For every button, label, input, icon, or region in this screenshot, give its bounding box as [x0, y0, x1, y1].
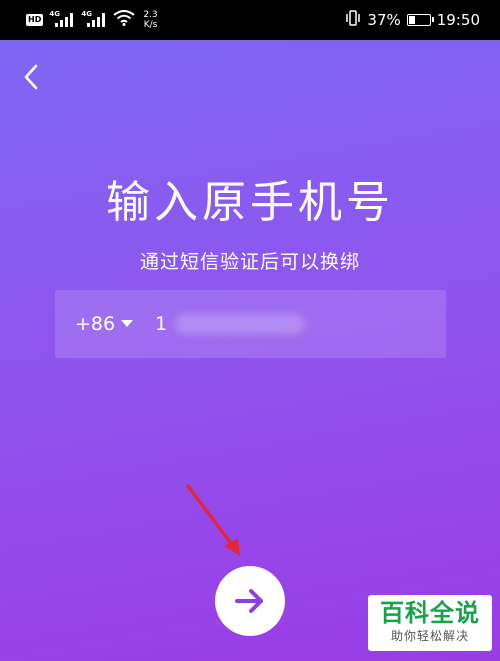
caret-down-icon — [121, 320, 134, 327]
watermark-title: 百科全说 — [380, 599, 480, 627]
battery-tip — [431, 17, 434, 22]
wifi-icon — [113, 10, 135, 30]
battery-percent: 37% — [367, 11, 401, 29]
status-bar: HD 4G 4G 2.3 K/s 37% 19:50 — [0, 0, 500, 40]
phone-input[interactable]: 1 — [155, 290, 306, 358]
status-bar-left: HD 4G 4G 2.3 K/s — [26, 8, 158, 32]
speed-value: 2.3 — [143, 10, 158, 20]
network-speed: 2.3 K/s — [143, 10, 157, 30]
phone-field: +86 1 — [55, 290, 446, 358]
status-bar-right: 37% 19:50 — [345, 8, 480, 32]
phone-input-value: 1 — [155, 313, 168, 335]
app-content: 输入原手机号 通过短信验证后可以换绑 +86 1 百科全说 助你轻松解决 — [0, 40, 500, 661]
signal-icon: 4G — [49, 10, 75, 30]
country-code-label: +86 — [75, 313, 116, 335]
hd-icon: HD — [26, 14, 44, 26]
vibrate-icon — [345, 10, 361, 30]
clock: 19:50 — [436, 11, 480, 29]
speed-unit: K/s — [143, 20, 158, 30]
red-arrow-icon — [186, 484, 240, 556]
watermark-logo: 百科全说 助你轻松解决 — [368, 595, 492, 651]
back-button[interactable] — [18, 62, 48, 92]
page-title: 输入原手机号 — [106, 177, 394, 228]
chevron-left-icon — [24, 64, 38, 90]
phone-screen: HD 4G 4G 2.3 K/s 37% 19:50 输入原手机号 通过短信验证… — [0, 0, 500, 661]
battery-icon — [406, 14, 434, 26]
arrow-right-icon — [235, 589, 263, 613]
signal-icon: 4G — [81, 10, 107, 30]
battery-fill — [408, 16, 416, 24]
watermark-subtitle: 助你轻松解决 — [390, 629, 469, 643]
redacted-number-blur — [175, 314, 306, 334]
next-button[interactable] — [215, 566, 285, 636]
page-subtitle: 通过短信验证后可以换绑 — [139, 251, 360, 273]
country-code-select[interactable]: +86 — [75, 290, 134, 358]
